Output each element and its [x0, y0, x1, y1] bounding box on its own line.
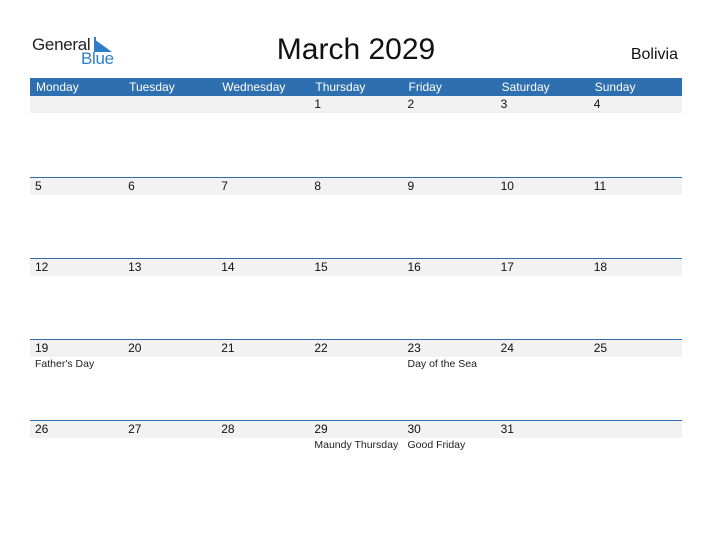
- day-number: 25: [593, 341, 608, 355]
- calendar-grid: Monday Tuesday Wednesday Thursday Friday…: [30, 78, 682, 501]
- holiday-label: [309, 357, 402, 371]
- day-number: 16: [407, 260, 421, 274]
- weekday-header: Sunday: [594, 80, 636, 94]
- day-number-row: 19 20 21 22 23 24 25: [30, 340, 682, 357]
- day-number: 11: [593, 179, 607, 193]
- day-number: 10: [500, 179, 514, 193]
- week-row: 5 6 7 8 9 10 11: [30, 177, 682, 258]
- week-row: 26 27 28 29 30 31 Maundy Thursday Good Friday: [30, 420, 682, 501]
- day-number: 18: [593, 260, 608, 274]
- day-number: 30: [407, 422, 421, 436]
- event-row: Father's Day Day of the Sea: [30, 357, 682, 371]
- holiday-label: Father's Day: [35, 358, 95, 370]
- holiday-label: Day of the Sea: [407, 358, 477, 370]
- weekday-header-row: Monday Tuesday Wednesday Thursday Friday…: [30, 78, 682, 96]
- calendar-title: March 2029: [276, 33, 436, 66]
- holiday-label: [123, 438, 216, 452]
- holiday-label: [123, 357, 216, 371]
- event-row: Maundy Thursday Good Friday: [30, 438, 682, 452]
- day-number: 22: [314, 341, 328, 355]
- holiday-label: Maundy Thursday: [314, 439, 399, 451]
- day-number: 9: [407, 179, 415, 193]
- weekday-header: Tuesday: [129, 80, 175, 94]
- weekday-header: Friday: [408, 80, 442, 94]
- day-number: 1: [314, 97, 322, 111]
- holiday-label: [216, 357, 309, 371]
- holiday-label: [496, 357, 589, 371]
- day-number: 7: [221, 179, 228, 193]
- day-number: 15: [314, 260, 328, 274]
- holiday-label: [589, 357, 682, 371]
- weekday-header: Saturday: [501, 80, 550, 94]
- day-number: 4: [593, 97, 601, 111]
- day-number: 28: [221, 422, 235, 436]
- day-number-row: 1 2 3 4: [30, 96, 682, 113]
- day-number: 3: [500, 97, 508, 111]
- day-number: 29: [314, 422, 328, 436]
- country-label: Bolivia: [630, 46, 678, 63]
- week-row: 1 2 3 4: [30, 96, 682, 177]
- day-number: 8: [314, 179, 322, 193]
- day-number-row: 12 13 14 15 16 17 18: [30, 259, 682, 276]
- holiday-label: Good Friday: [407, 439, 466, 451]
- day-number: [589, 421, 682, 438]
- day-number: 14: [221, 260, 235, 274]
- holiday-label: [216, 438, 309, 452]
- day-number: [216, 96, 309, 113]
- holiday-label: [589, 438, 682, 452]
- day-number: 24: [500, 341, 514, 355]
- weekday-header: Monday: [36, 80, 79, 94]
- day-number: 17: [500, 260, 514, 274]
- day-number: 5: [35, 179, 42, 193]
- day-number: [123, 96, 216, 113]
- day-number: 6: [128, 179, 135, 193]
- day-number: 19: [35, 341, 49, 355]
- day-number: 27: [128, 422, 142, 436]
- week-row: 12 13 14 15 16 17 18: [30, 258, 682, 339]
- day-number-row: 5 6 7 8 9 10 11: [30, 178, 682, 195]
- day-number: 13: [128, 260, 142, 274]
- day-number: 31: [500, 422, 514, 436]
- holiday-label: [496, 438, 589, 452]
- week-row: 19 20 21 22 23 24 25 Father's Day Day of the Sea: [30, 339, 682, 420]
- weekday-header: Thursday: [315, 80, 366, 94]
- day-number-row: 26 27 28 29 30 31: [30, 421, 682, 438]
- day-number: 20: [128, 341, 142, 355]
- day-number: [30, 96, 123, 113]
- weekday-header: Wednesday: [222, 80, 286, 94]
- holiday-label: [30, 438, 123, 452]
- day-number: 21: [221, 341, 235, 355]
- day-number: 23: [407, 341, 421, 355]
- day-number: 2: [407, 97, 415, 111]
- day-number: 26: [35, 422, 49, 436]
- day-number: 12: [35, 260, 49, 274]
